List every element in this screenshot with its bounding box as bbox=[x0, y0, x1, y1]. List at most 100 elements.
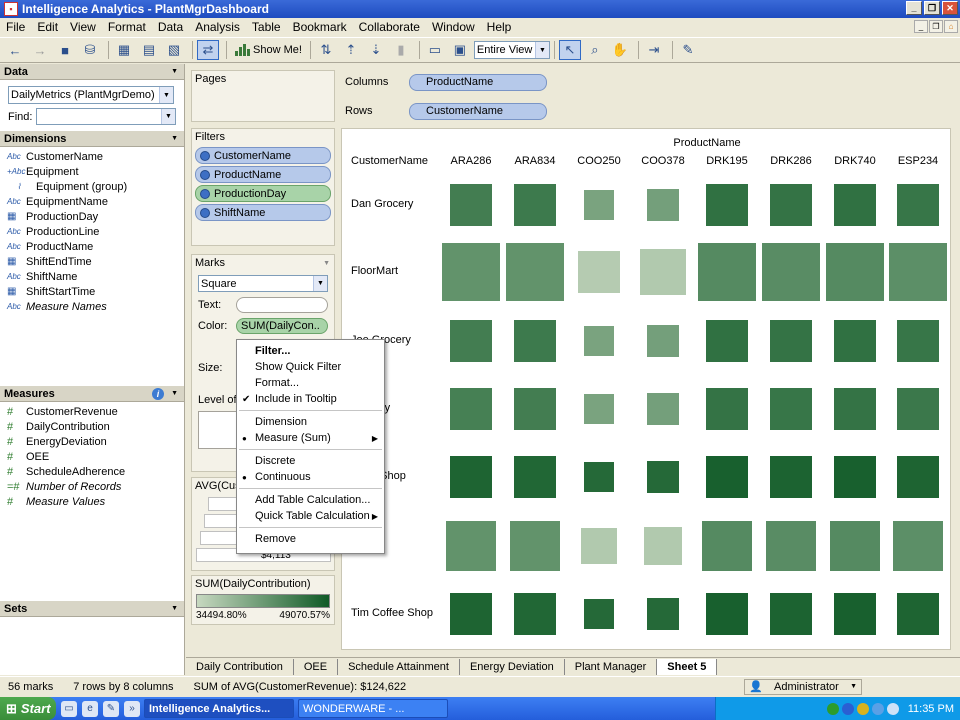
heatmap-square[interactable] bbox=[647, 598, 679, 630]
labels-icon[interactable]: ▣ bbox=[449, 40, 471, 60]
show-me-button[interactable]: Show Me! bbox=[231, 40, 306, 60]
tray-blue-icon[interactable] bbox=[841, 702, 854, 715]
duplicate-sheet-icon[interactable]: ▤ bbox=[138, 40, 160, 60]
connect-data-icon[interactable]: ⛁ bbox=[79, 40, 101, 60]
dimension-field[interactable]: Abc Measure Names bbox=[4, 299, 184, 314]
info-icon[interactable]: i bbox=[152, 387, 164, 400]
pane-menu-icon[interactable]: ▼ bbox=[171, 68, 178, 75]
tray-green-icon[interactable] bbox=[826, 702, 839, 715]
menu-analysis[interactable]: Analysis bbox=[189, 20, 246, 34]
row-header[interactable]: Dan Grocery bbox=[351, 198, 413, 210]
dimension-field[interactable]: ▦ ShiftEndTime bbox=[4, 254, 184, 269]
doc-home-button[interactable]: ⌂ bbox=[944, 20, 958, 33]
marks-menu-icon[interactable]: ▼ bbox=[323, 260, 330, 267]
heatmap-square[interactable] bbox=[706, 184, 748, 226]
dimension-field[interactable]: ⌇ Equipment (group) bbox=[4, 179, 184, 194]
context-menu-item[interactable]: Add Table Calculation... bbox=[237, 492, 384, 508]
text-slot[interactable] bbox=[236, 297, 328, 313]
dimension-field[interactable]: ▦ ShiftStartTime bbox=[4, 284, 184, 299]
measure-field[interactable]: =# Number of Records bbox=[4, 479, 184, 494]
context-menu-item[interactable]: ✔ Include in Tooltip bbox=[237, 391, 384, 407]
find-input[interactable]: ▼ bbox=[36, 108, 176, 125]
menu-window[interactable]: Window bbox=[426, 20, 481, 34]
desktop-icon[interactable]: ▭ bbox=[61, 700, 77, 717]
heatmap-square[interactable] bbox=[450, 388, 492, 430]
clear-sheet-icon[interactable]: ▧ bbox=[163, 40, 185, 60]
tab-energy-deviation[interactable]: Energy Deviation bbox=[460, 658, 565, 675]
dimension-field[interactable]: Abc ShiftName bbox=[4, 269, 184, 284]
context-menu-item[interactable]: Discrete bbox=[237, 453, 384, 469]
heatmap-square[interactable] bbox=[706, 320, 748, 362]
measure-field[interactable]: # ScheduleAdherence bbox=[4, 464, 184, 479]
browser-icon[interactable]: e bbox=[82, 700, 98, 717]
column-header-coo250[interactable]: COO250 bbox=[567, 155, 631, 167]
forward-icon[interactable]: → bbox=[29, 40, 51, 60]
column-header-esp234[interactable]: ESP234 bbox=[886, 155, 950, 167]
swap-icon[interactable]: ⇅ bbox=[315, 40, 337, 60]
menu-edit[interactable]: Edit bbox=[31, 20, 64, 34]
heatmap-square[interactable] bbox=[834, 184, 876, 226]
heatmap-square[interactable] bbox=[583, 461, 615, 493]
pan-tool-icon[interactable]: ✋ bbox=[609, 40, 631, 60]
menu-collaborate[interactable]: Collaborate bbox=[353, 20, 426, 34]
heatmap-square[interactable] bbox=[583, 189, 615, 221]
menu-bookmark[interactable]: Bookmark bbox=[287, 20, 353, 34]
minimize-button[interactable]: _ bbox=[906, 1, 922, 15]
tab-schedule-attainment[interactable]: Schedule Attainment bbox=[338, 658, 460, 675]
heatmap-square[interactable] bbox=[897, 388, 939, 430]
presentation-icon[interactable]: ▭ bbox=[424, 40, 446, 60]
filter-pill[interactable]: ShiftName bbox=[195, 204, 331, 221]
heatmap-square[interactable] bbox=[702, 521, 752, 571]
heatmap-square[interactable] bbox=[825, 242, 885, 302]
heatmap-square[interactable] bbox=[834, 388, 876, 430]
heatmap-square[interactable] bbox=[514, 593, 556, 635]
menu-help[interactable]: Help bbox=[481, 20, 518, 34]
dimension-field[interactable]: Abc ProductionLine bbox=[4, 224, 184, 239]
context-menu-item[interactable]: Format... bbox=[237, 375, 384, 391]
fit-select[interactable]: Entire View ▼ bbox=[473, 41, 550, 59]
menu-format[interactable]: Format bbox=[102, 20, 152, 34]
heatmap-square[interactable] bbox=[643, 526, 683, 566]
rows-pill[interactable]: CustomerName bbox=[409, 102, 547, 120]
doc-minimize-button[interactable]: _ bbox=[914, 20, 928, 33]
menu-data[interactable]: Data bbox=[152, 20, 189, 34]
row-header[interactable]: Tim Coffee Shop bbox=[351, 607, 433, 619]
heatmap-square[interactable] bbox=[897, 456, 939, 498]
dimension-field[interactable]: ▦ ProductionDay bbox=[4, 209, 184, 224]
heatmap-square[interactable] bbox=[446, 521, 496, 571]
heatmap-square[interactable] bbox=[834, 456, 876, 498]
menu-table[interactable]: Table bbox=[246, 20, 287, 34]
heatmap-square[interactable] bbox=[770, 456, 812, 498]
color-gradient[interactable] bbox=[196, 594, 330, 608]
heatmap-square[interactable] bbox=[897, 184, 939, 226]
taskbar-wonderware[interactable]: WONDERWARE - ... bbox=[298, 699, 448, 718]
heatmap-square[interactable] bbox=[706, 388, 748, 430]
menu-view[interactable]: View bbox=[64, 20, 102, 34]
heatmap-square[interactable] bbox=[647, 461, 679, 493]
heatmap-square[interactable] bbox=[505, 242, 565, 302]
heatmap-square[interactable] bbox=[583, 598, 615, 630]
tray-shield-icon[interactable] bbox=[856, 702, 869, 715]
zoom-tool-icon[interactable]: ⌕ bbox=[584, 40, 606, 60]
tray-network-icon[interactable] bbox=[871, 702, 884, 715]
column-header-drk740[interactable]: DRK740 bbox=[823, 155, 887, 167]
tab-plant-manager[interactable]: Plant Manager bbox=[565, 658, 658, 675]
measures-menu-icon[interactable]: ▼ bbox=[171, 390, 178, 397]
heatmap-square[interactable] bbox=[450, 184, 492, 226]
heatmap-square[interactable] bbox=[770, 184, 812, 226]
measure-field[interactable]: # CustomerRevenue bbox=[4, 404, 184, 419]
heatmap-square[interactable] bbox=[640, 249, 686, 295]
measure-field[interactable]: # DailyContribution bbox=[4, 419, 184, 434]
context-menu-item[interactable]: ● Measure (Sum) ▶ bbox=[237, 430, 384, 446]
column-header-drk195[interactable]: DRK195 bbox=[695, 155, 759, 167]
pages-shelf[interactable]: Pages bbox=[191, 70, 335, 122]
quicklaunch-more-icon[interactable]: » bbox=[124, 700, 140, 717]
heatmap-square[interactable] bbox=[770, 320, 812, 362]
datasource-select[interactable]: DailyMetrics (PlantMgrDemo) ▼ bbox=[8, 86, 174, 104]
heatmap-square[interactable] bbox=[893, 521, 943, 571]
tab-sheet-5[interactable]: Sheet 5 bbox=[657, 658, 718, 675]
measure-field[interactable]: # EnergyDeviation bbox=[4, 434, 184, 449]
measure-field[interactable]: # OEE bbox=[4, 449, 184, 464]
pointer-tool-icon[interactable]: ↖ bbox=[558, 40, 581, 60]
restore-button[interactable]: ❐ bbox=[924, 1, 940, 15]
